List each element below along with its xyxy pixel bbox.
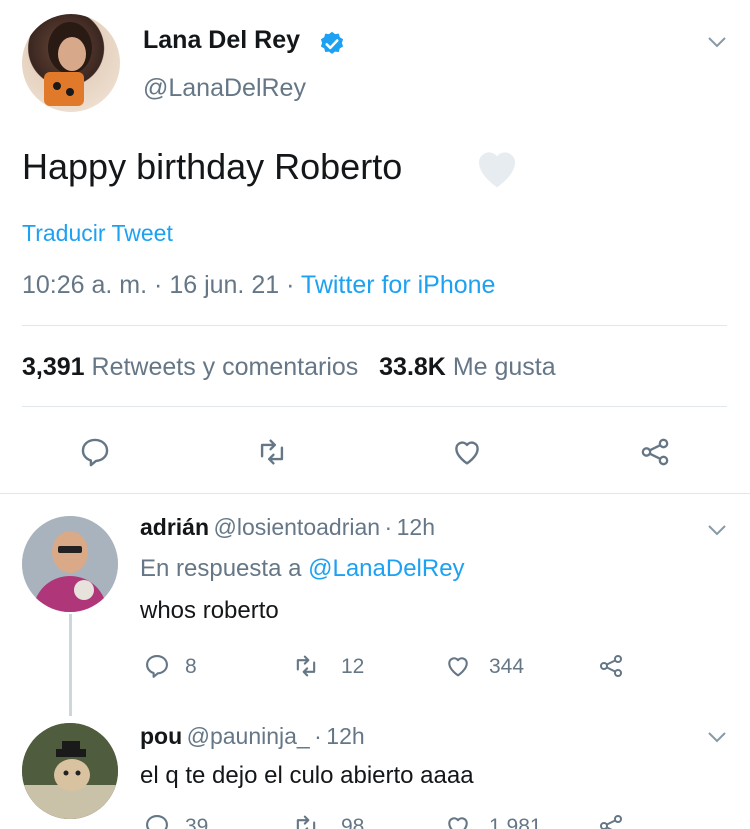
tweet-source-link[interactable]: Twitter for iPhone	[301, 271, 496, 299]
in-reply-prefix: En respuesta a	[140, 555, 302, 582]
tweet-date: 16 jun. 21	[169, 271, 280, 299]
reply-count: 39	[185, 815, 209, 829]
in-reply-to: En respuesta a @LanaDelRey	[140, 555, 465, 583]
reply-header: pou @pauninja_ · 12h	[140, 723, 365, 750]
share-icon[interactable]	[597, 812, 625, 829]
meta-separator: ·	[314, 723, 322, 749]
reply-author-handle[interactable]: @losientoadrian	[213, 514, 380, 540]
retweet-icon[interactable]	[292, 652, 320, 680]
likes-label: Me gusta	[452, 353, 556, 381]
retweets-stat[interactable]: 3,391 Retweets y comentarios	[22, 353, 358, 381]
reply-icon[interactable]	[143, 652, 171, 680]
reply-icon[interactable]	[143, 812, 171, 829]
reply-author-name[interactable]: pou	[140, 723, 182, 749]
chevron-down-icon[interactable]	[705, 518, 729, 542]
retweet-icon[interactable]	[255, 435, 289, 469]
meta-separator: ·	[384, 514, 393, 540]
reply-text: whos roberto	[140, 597, 279, 624]
tweet-stats: 3,391 Retweets y comentarios 33.8K Me gu…	[22, 353, 556, 382]
chevron-down-icon[interactable]	[705, 30, 729, 54]
reply-icon[interactable]	[78, 435, 112, 469]
retweets-count: 3,391	[22, 353, 85, 381]
retweets-label: Retweets y comentarios	[91, 353, 359, 381]
like-icon[interactable]	[450, 435, 484, 469]
main-author-name[interactable]: Lana Del Rey	[143, 26, 300, 55]
thread-line	[69, 614, 72, 716]
divider	[22, 325, 727, 326]
share-icon[interactable]	[638, 435, 672, 469]
main-author-avatar[interactable]	[22, 14, 120, 112]
reply-text: el q te dejo el culo abierto aaaa	[140, 762, 474, 789]
reply-author-avatar[interactable]	[22, 723, 118, 819]
section-divider	[0, 493, 750, 494]
tweet-text: Happy birthday Roberto	[22, 146, 403, 187]
tweet-meta: 10:26 a. m. · 16 jun. 21 · Twitter for i…	[22, 271, 495, 300]
retweet-count: 12	[341, 655, 365, 678]
divider	[22, 406, 727, 407]
meta-separator: ·	[154, 271, 170, 299]
like-icon[interactable]	[444, 652, 472, 680]
reply-author-name[interactable]: adrián	[140, 514, 209, 540]
chevron-down-icon[interactable]	[705, 725, 729, 749]
reply-count: 8	[185, 655, 197, 678]
like-count: 344	[489, 655, 525, 678]
retweet-count: 98	[341, 815, 365, 829]
reply-time: 12h	[326, 723, 365, 749]
reply-author-handle[interactable]: @pauninja_	[187, 723, 310, 749]
reply-author-avatar[interactable]	[22, 516, 118, 612]
in-reply-handle-link[interactable]: @LanaDelRey	[308, 555, 464, 582]
reply-time: 12h	[396, 514, 435, 540]
tweet-time: 10:26 a. m.	[22, 271, 148, 299]
meta-separator: ·	[286, 271, 301, 299]
share-icon[interactable]	[597, 652, 625, 680]
main-author-handle[interactable]: @LanaDelRey	[143, 74, 306, 103]
like-icon[interactable]	[444, 812, 472, 829]
reply-header: adrián @losientoadrian · 12h	[140, 514, 435, 541]
heart-emoji-icon	[470, 140, 524, 194]
verified-badge-icon	[318, 30, 346, 58]
like-count: 1,981	[489, 815, 542, 829]
retweet-icon[interactable]	[292, 812, 320, 829]
translate-tweet-link[interactable]: Traducir Tweet	[22, 220, 173, 247]
likes-stat[interactable]: 33.8K Me gusta	[379, 353, 556, 381]
likes-count: 33.8K	[379, 353, 446, 381]
